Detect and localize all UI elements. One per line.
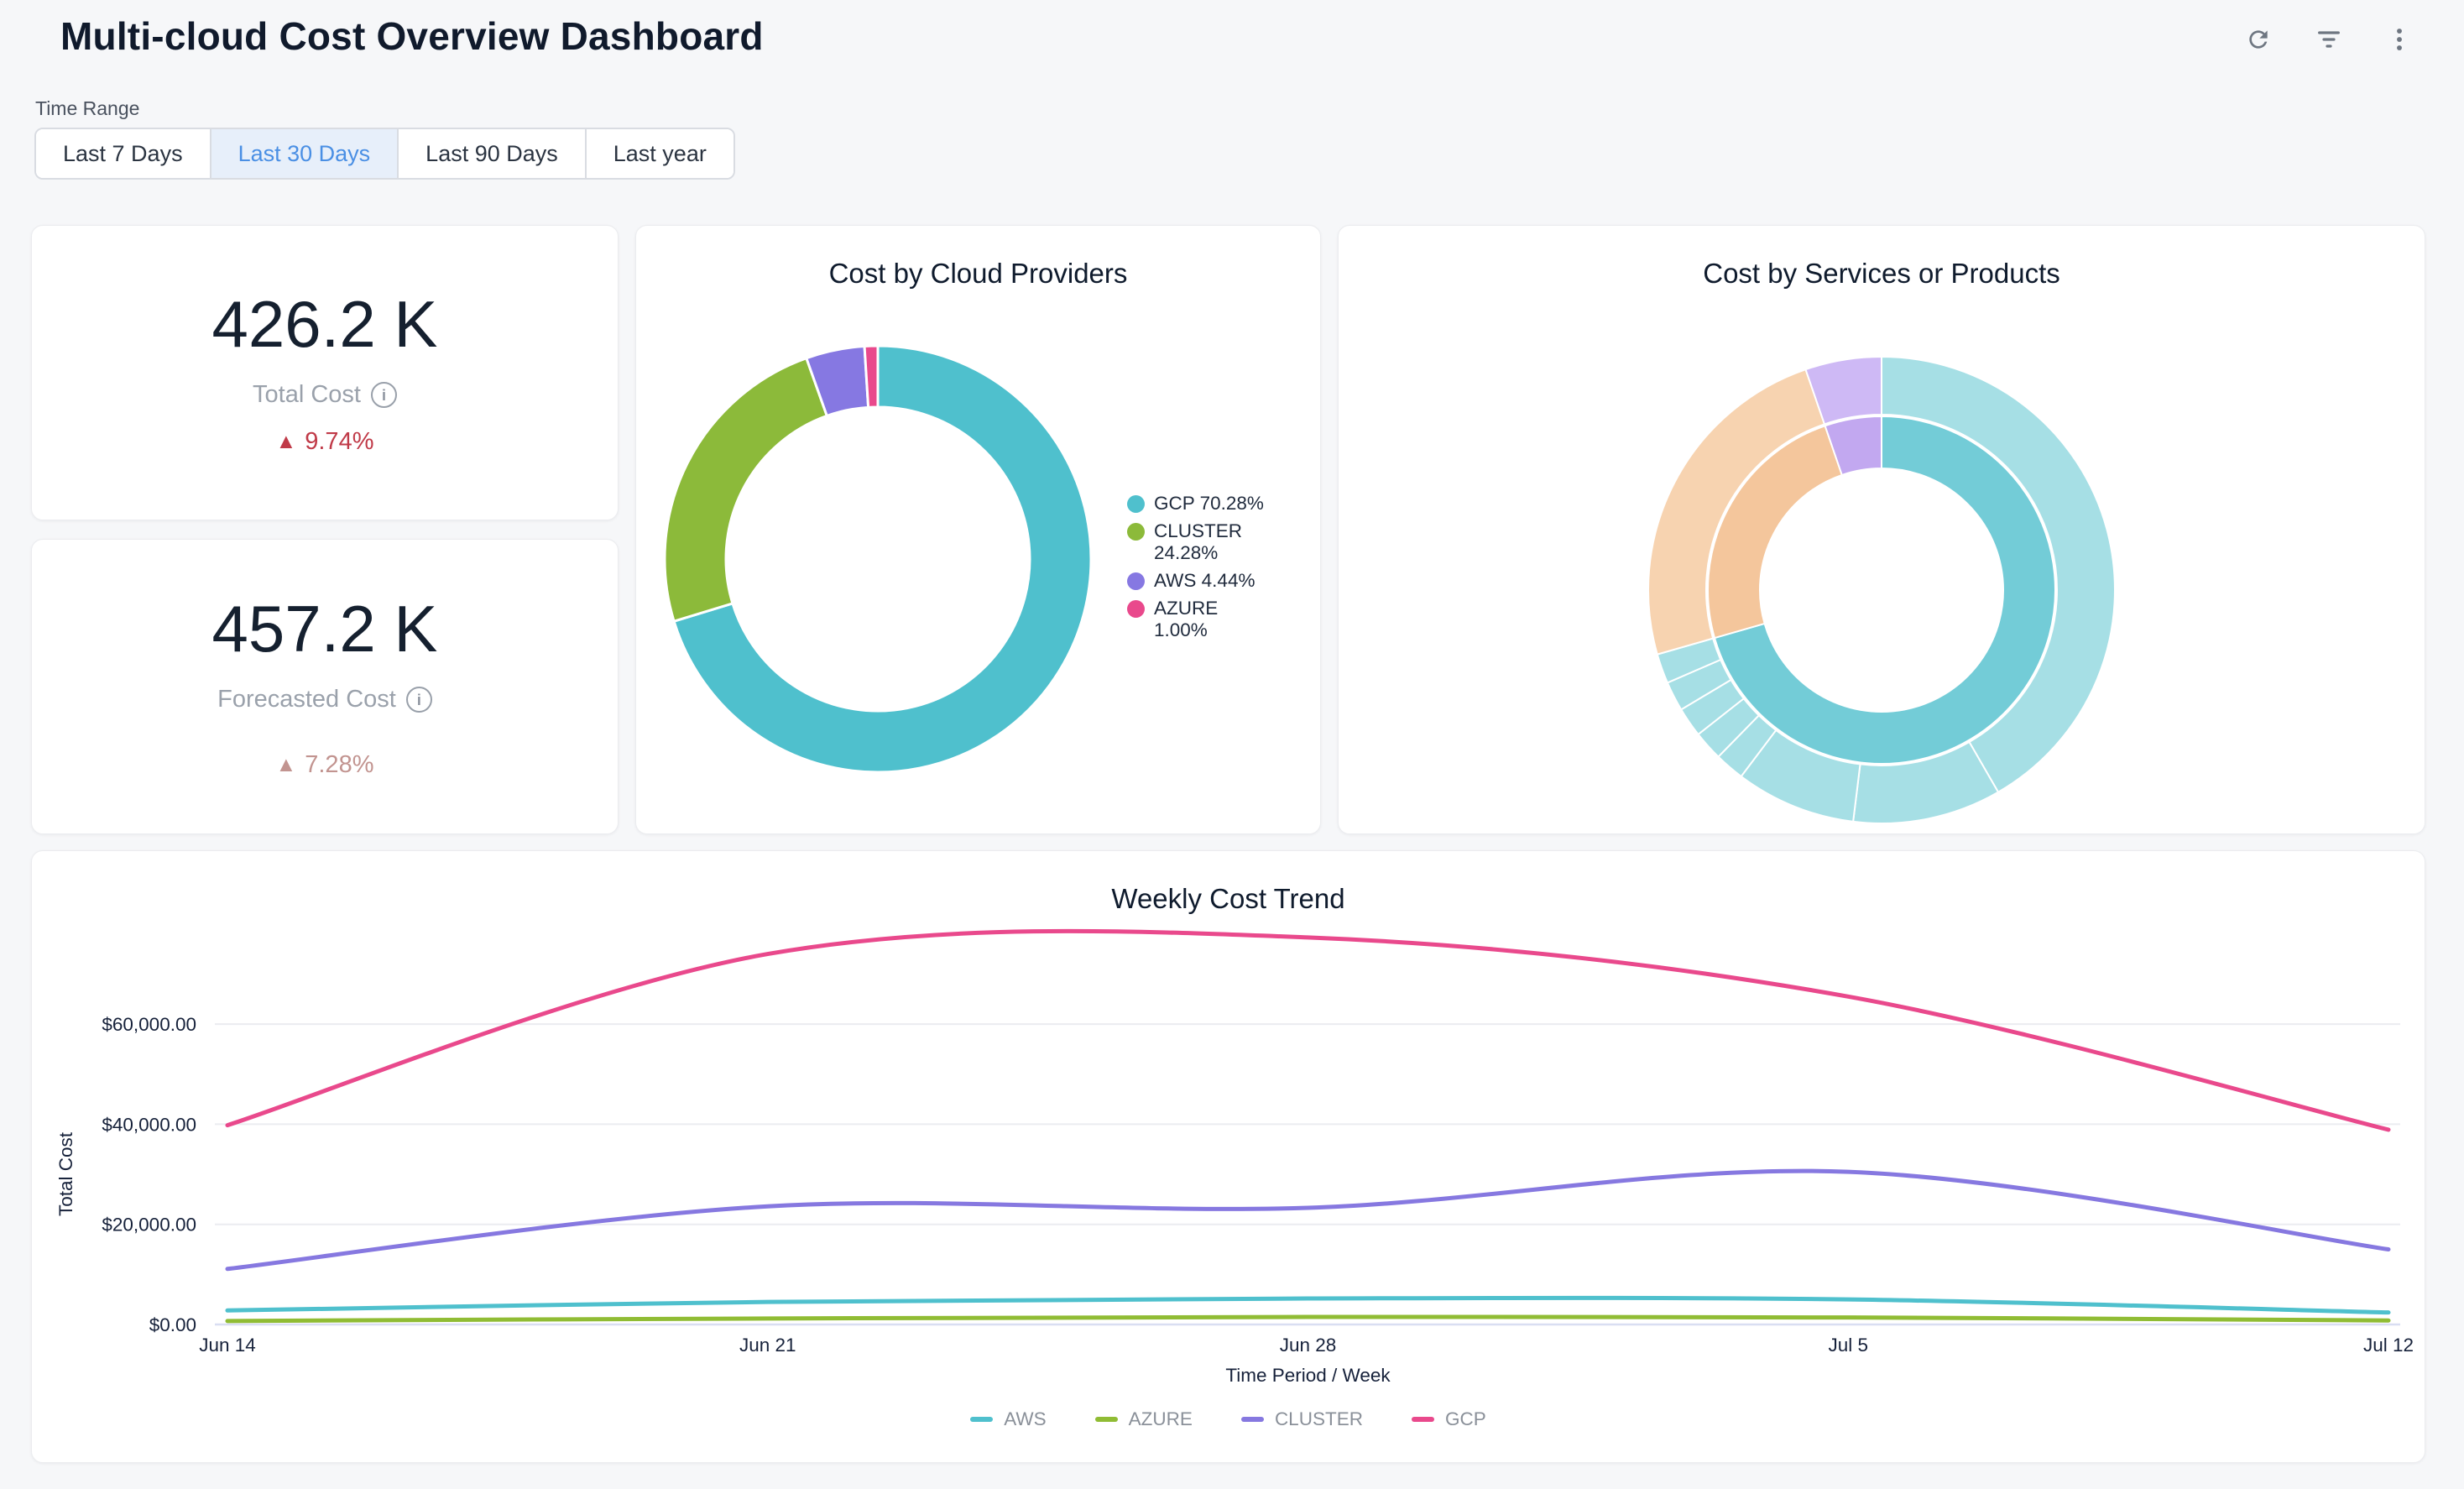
y-tick-label: $20,000.00 — [102, 1215, 196, 1236]
legend-line-swatch — [970, 1417, 993, 1422]
services-chart-title: Cost by Services or Products — [1339, 258, 2425, 290]
legend-dot — [1127, 572, 1145, 590]
legend-line-swatch — [1412, 1417, 1434, 1422]
legend-dot — [1127, 495, 1145, 513]
providers-chart-title: Cost by Cloud Providers — [636, 258, 1320, 290]
trend-legend-item-azure[interactable]: AZURE — [1095, 1408, 1193, 1430]
forecasted-cost-label: Forecasted Cost i — [217, 687, 432, 713]
refresh-button[interactable] — [2242, 24, 2274, 55]
cost-by-services-card: Cost by Services or Products — [1338, 225, 2425, 834]
legend-label: AZURE 1.00% — [1154, 598, 1271, 641]
filter-button[interactable] — [2313, 24, 2345, 55]
cost-by-cloud-providers-card: Cost by Cloud Providers GCP 70.28% CLUSTE… — [635, 225, 1321, 834]
services-sunburst-chart — [1647, 355, 2117, 825]
donut-slice-cluster[interactable] — [665, 358, 827, 622]
time-range-button-group: Last 7 Days Last 30 Days Last 90 Days La… — [34, 128, 735, 180]
x-tick-label: Jul 5 — [1828, 1335, 1868, 1356]
kpi-label-text: Total Cost — [253, 383, 361, 407]
trend-legend-item-cluster[interactable]: CLUSTER — [1241, 1408, 1363, 1430]
trend-legend-item-gcp[interactable]: GCP — [1412, 1408, 1486, 1430]
total-cost-kpi-card: 426.2 K Total Cost i ▲ 9.74% — [31, 225, 619, 520]
legend-item-gcp[interactable]: GCP 70.28% — [1127, 493, 1271, 515]
info-icon[interactable]: i — [406, 687, 432, 713]
legend-item-cluster[interactable]: CLUSTER 24.28% — [1127, 520, 1271, 564]
x-axis-title: Time Period / Week — [1225, 1365, 1391, 1386]
filter-icon — [2315, 26, 2342, 53]
donut-slice-azure[interactable] — [864, 346, 878, 407]
time-range-last-year[interactable]: Last year — [585, 129, 733, 178]
legend-item-azure[interactable]: AZURE 1.00% — [1127, 598, 1271, 641]
legend-label: AWS 4.44% — [1154, 570, 1255, 592]
page-title: Multi-cloud Cost Overview Dashboard — [60, 13, 764, 59]
up-triangle-icon: ▲ — [276, 431, 297, 452]
x-tick-label: Jun 14 — [199, 1335, 256, 1356]
legend-label: CLUSTER 24.28% — [1154, 520, 1271, 564]
y-axis-title: Total Cost — [55, 1131, 76, 1216]
time-range-last-30-days[interactable]: Last 30 Days — [210, 129, 398, 178]
time-range-label: Time Range — [35, 97, 139, 120]
kpi-delta-text: 9.74% — [305, 430, 373, 454]
total-cost-delta: ▲ 9.74% — [276, 430, 374, 454]
series-line-cluster[interactable] — [227, 1171, 2388, 1269]
legend-dot — [1127, 600, 1145, 618]
forecasted-cost-kpi-card: 457.2 K Forecasted Cost i ▲ 7.28% — [31, 539, 619, 834]
legend-label: CLUSTER — [1275, 1408, 1363, 1430]
kpi-label-text: Forecasted Cost — [217, 687, 396, 712]
legend-line-swatch — [1241, 1417, 1264, 1422]
forecasted-cost-delta: ▲ 7.28% — [276, 753, 374, 777]
x-tick-label: Jul 12 — [2363, 1335, 2414, 1356]
total-cost-value: 426.2 K — [212, 291, 438, 357]
series-line-azure[interactable] — [227, 1317, 2388, 1321]
info-icon[interactable]: i — [371, 382, 397, 408]
weekly-cost-trend-card: Weekly Cost Trend $0.00$20,000.00$40,000… — [31, 850, 2425, 1463]
kebab-menu-icon — [2386, 26, 2413, 53]
trend-legend: AWS AZURE CLUSTER GCP — [32, 1408, 2425, 1430]
y-tick-label: $60,000.00 — [102, 1014, 196, 1035]
providers-donut-chart — [664, 345, 1092, 773]
y-tick-label: $0.00 — [149, 1314, 196, 1335]
y-tick-label: $40,000.00 — [102, 1114, 196, 1135]
series-line-gcp[interactable] — [227, 931, 2388, 1130]
legend-label: AWS — [1004, 1408, 1046, 1430]
legend-dot — [1127, 523, 1145, 541]
refresh-icon — [2245, 26, 2272, 53]
time-range-last-7-days[interactable]: Last 7 Days — [36, 129, 210, 178]
total-cost-label: Total Cost i — [253, 382, 397, 408]
legend-label: AZURE — [1129, 1408, 1193, 1430]
series-line-aws[interactable] — [227, 1298, 2388, 1312]
weekly-cost-trend-chart: $0.00 $20,000.00 $40,000.00 $60,000.00 Jun 1… — [32, 851, 2425, 1462]
legend-item-aws[interactable]: AWS 4.44% — [1127, 570, 1271, 592]
kpi-delta-text: 7.28% — [305, 753, 373, 777]
header-actions — [2242, 24, 2415, 55]
legend-line-swatch — [1095, 1417, 1118, 1422]
dashboard-page: Multi-cloud Cost Overview Dashboard Time… — [0, 0, 2464, 1489]
more-options-button[interactable] — [2383, 24, 2415, 55]
forecasted-cost-value: 457.2 K — [212, 596, 438, 661]
trend-legend-item-aws[interactable]: AWS — [970, 1408, 1046, 1430]
providers-legend: GCP 70.28% CLUSTER 24.28% AWS 4.44% AZURE 1… — [1127, 493, 1271, 641]
legend-label: GCP — [1445, 1408, 1486, 1430]
x-tick-label: Jun 21 — [739, 1335, 796, 1356]
up-triangle-icon: ▲ — [276, 755, 297, 776]
time-range-last-90-days[interactable]: Last 90 Days — [397, 129, 585, 178]
legend-label: GCP 70.28% — [1154, 493, 1264, 515]
x-tick-label: Jun 28 — [1280, 1335, 1337, 1356]
